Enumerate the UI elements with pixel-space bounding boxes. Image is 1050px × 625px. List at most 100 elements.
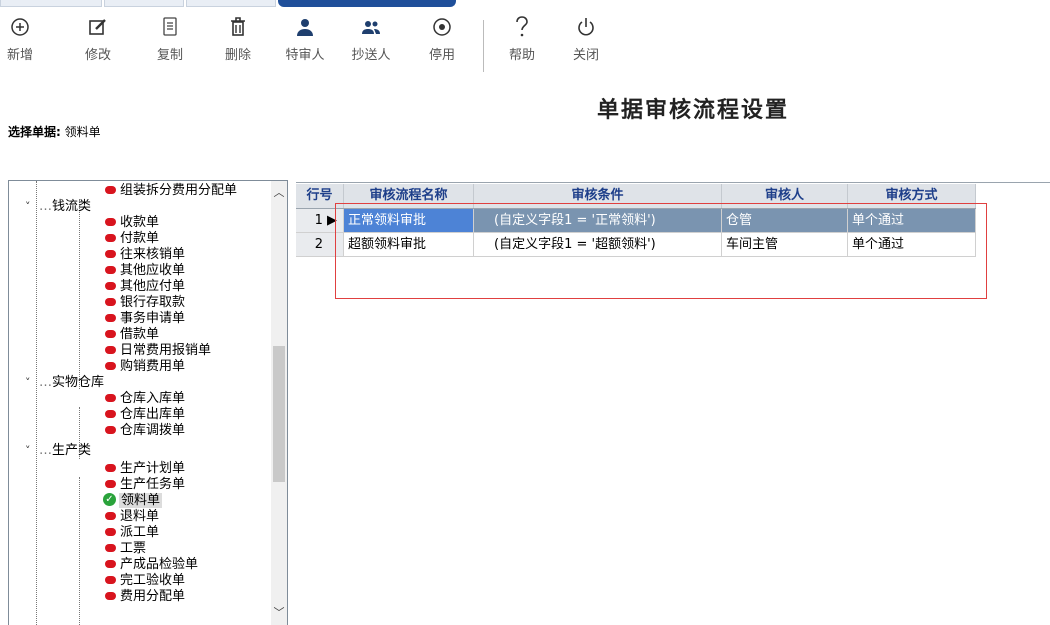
tree-item[interactable]: 事务申请单	[105, 311, 185, 327]
toolbar: 新增 修改 复制 删除 特审人 抄送人 停用	[0, 14, 700, 74]
tree-item[interactable]: 组装拆分费用分配单	[105, 183, 237, 199]
grid-border	[296, 182, 1050, 183]
tree-item[interactable]: 派工单	[105, 525, 159, 541]
scrollbar-thumb[interactable]	[273, 346, 285, 482]
tree-item-label: 退料单	[120, 509, 159, 524]
tree-item-label: 生产计划单	[120, 461, 185, 476]
add-button[interactable]: 新增	[4, 14, 36, 63]
tree-item-label: 仓库出库单	[120, 407, 185, 422]
document-bullet-icon	[105, 576, 116, 584]
document-bullet-icon	[105, 512, 116, 520]
document-bullet-icon	[105, 394, 116, 402]
tree-item-label: 往来核销单	[120, 247, 185, 262]
tree-item[interactable]: 银行存取款	[105, 295, 185, 311]
special-auditor-button[interactable]: 特审人	[280, 14, 330, 63]
document-bullet-icon	[105, 480, 116, 488]
document-bullet-icon	[105, 410, 116, 418]
add-label: 新增	[4, 44, 36, 63]
tree-group-production[interactable]: ˅…生产类	[25, 443, 91, 459]
tree-item-label: 日常费用报销单	[120, 343, 211, 358]
tree-guide	[79, 477, 80, 625]
tree-item-label: 仓库调拨单	[120, 423, 185, 438]
tab-2[interactable]	[104, 0, 184, 7]
tree-scrollbar[interactable]: ︿ ﹀	[271, 181, 287, 625]
tree-item[interactable]: 日常费用报销单	[105, 343, 211, 359]
document-bullet-icon	[105, 250, 116, 258]
tree-connector: …	[39, 199, 52, 214]
tree-item[interactable]: 仓库出库单	[105, 407, 185, 423]
tree-group-cashflow[interactable]: ˅…钱流类	[25, 199, 91, 215]
tree-group-warehouse[interactable]: ˅…实物仓库	[25, 375, 104, 391]
chevron-down-icon: ˅	[25, 375, 39, 391]
annotation-highlight-box	[335, 203, 987, 299]
tree-item-label: 借款单	[120, 327, 159, 342]
tree-item[interactable]: 生产计划单	[105, 461, 185, 477]
tree-group-label: 钱流类	[52, 199, 91, 214]
tree-item[interactable]: 收款单	[105, 215, 159, 231]
tree-item[interactable]: 仓库入库单	[105, 391, 185, 407]
tree-item-label: 工票	[120, 541, 146, 556]
cc-button[interactable]: 抄送人	[346, 14, 396, 63]
document-tree[interactable]: 组装拆分费用分配单 ˅…钱流类 收款单 付款单 往来核销单 其他应收单 其他应付…	[8, 180, 288, 625]
help-button[interactable]: 帮助	[500, 14, 544, 63]
tree-item-selected[interactable]: ✓领料单	[103, 493, 162, 509]
selected-document: 选择单据: 领料单	[8, 123, 101, 140]
plus-circle-icon	[4, 14, 36, 40]
tree-item-label: 付款单	[120, 231, 159, 246]
tab-1[interactable]	[0, 0, 102, 7]
tree-item[interactable]: 往来核销单	[105, 247, 185, 263]
document-bullet-icon	[105, 218, 116, 226]
document-bullet-icon	[105, 346, 116, 354]
edit-button[interactable]: 修改	[76, 14, 120, 63]
tree-item-label: 派工单	[120, 525, 159, 540]
tab-active[interactable]	[278, 0, 456, 7]
copy-label: 复制	[148, 44, 192, 63]
tree-item[interactable]: 退料单	[105, 509, 159, 525]
tree-item[interactable]: 工票	[105, 541, 146, 557]
tree-item[interactable]: 其他应收单	[105, 263, 185, 279]
tree-item[interactable]: 产成品检验单	[105, 557, 198, 573]
row-number-text: 1	[315, 213, 323, 228]
select-value: 领料单	[65, 125, 101, 139]
close-label: 关闭	[564, 44, 608, 63]
tree-group-label: 生产类	[52, 443, 91, 458]
tree-item-label: 事务申请单	[120, 311, 185, 326]
tree-item[interactable]: 费用分配单	[105, 589, 185, 605]
tree-item-label: 完工验收单	[120, 573, 185, 588]
chevron-down-icon: ˅	[25, 199, 39, 215]
tree-item[interactable]: 购销费用单	[105, 359, 185, 375]
tree-connector: …	[39, 375, 52, 390]
cc-label: 抄送人	[346, 44, 396, 63]
tree-item[interactable]: 完工验收单	[105, 573, 185, 589]
document-bullet-icon	[105, 362, 116, 370]
chevron-up-icon[interactable]: ︿	[271, 185, 287, 201]
tree-item-label: 其他应收单	[120, 263, 185, 278]
users-icon	[346, 14, 396, 40]
tree-item-label: 其他应付单	[120, 279, 185, 294]
document-bullet-icon	[105, 560, 116, 568]
tab-strip	[0, 0, 1050, 6]
close-button[interactable]: 关闭	[564, 14, 608, 63]
tree-item[interactable]: 仓库调拨单	[105, 423, 185, 439]
select-label: 选择单据:	[8, 125, 61, 139]
chevron-down-icon[interactable]: ﹀	[271, 605, 287, 621]
copy-button[interactable]: 复制	[148, 14, 192, 63]
tree-item-label: 收款单	[120, 215, 159, 230]
tree-item[interactable]: 借款单	[105, 327, 159, 343]
edit-label: 修改	[76, 44, 120, 63]
tab-3[interactable]	[186, 0, 276, 7]
edit-icon	[76, 14, 120, 40]
tree-item[interactable]: 其他应付单	[105, 279, 185, 295]
tree-item[interactable]: 付款单	[105, 231, 159, 247]
copy-icon	[148, 14, 192, 40]
document-bullet-icon	[105, 330, 116, 338]
delete-button[interactable]: 删除	[216, 14, 260, 63]
special-auditor-label: 特审人	[280, 44, 330, 63]
tree-guide	[36, 181, 37, 625]
tree-item[interactable]: 生产任务单	[105, 477, 185, 493]
document-bullet-icon	[105, 186, 116, 194]
disable-button[interactable]: 停用	[420, 14, 464, 63]
document-bullet-icon	[105, 464, 116, 472]
page-title: 单据审核流程设置	[597, 92, 789, 124]
document-bullet-icon	[105, 528, 116, 536]
